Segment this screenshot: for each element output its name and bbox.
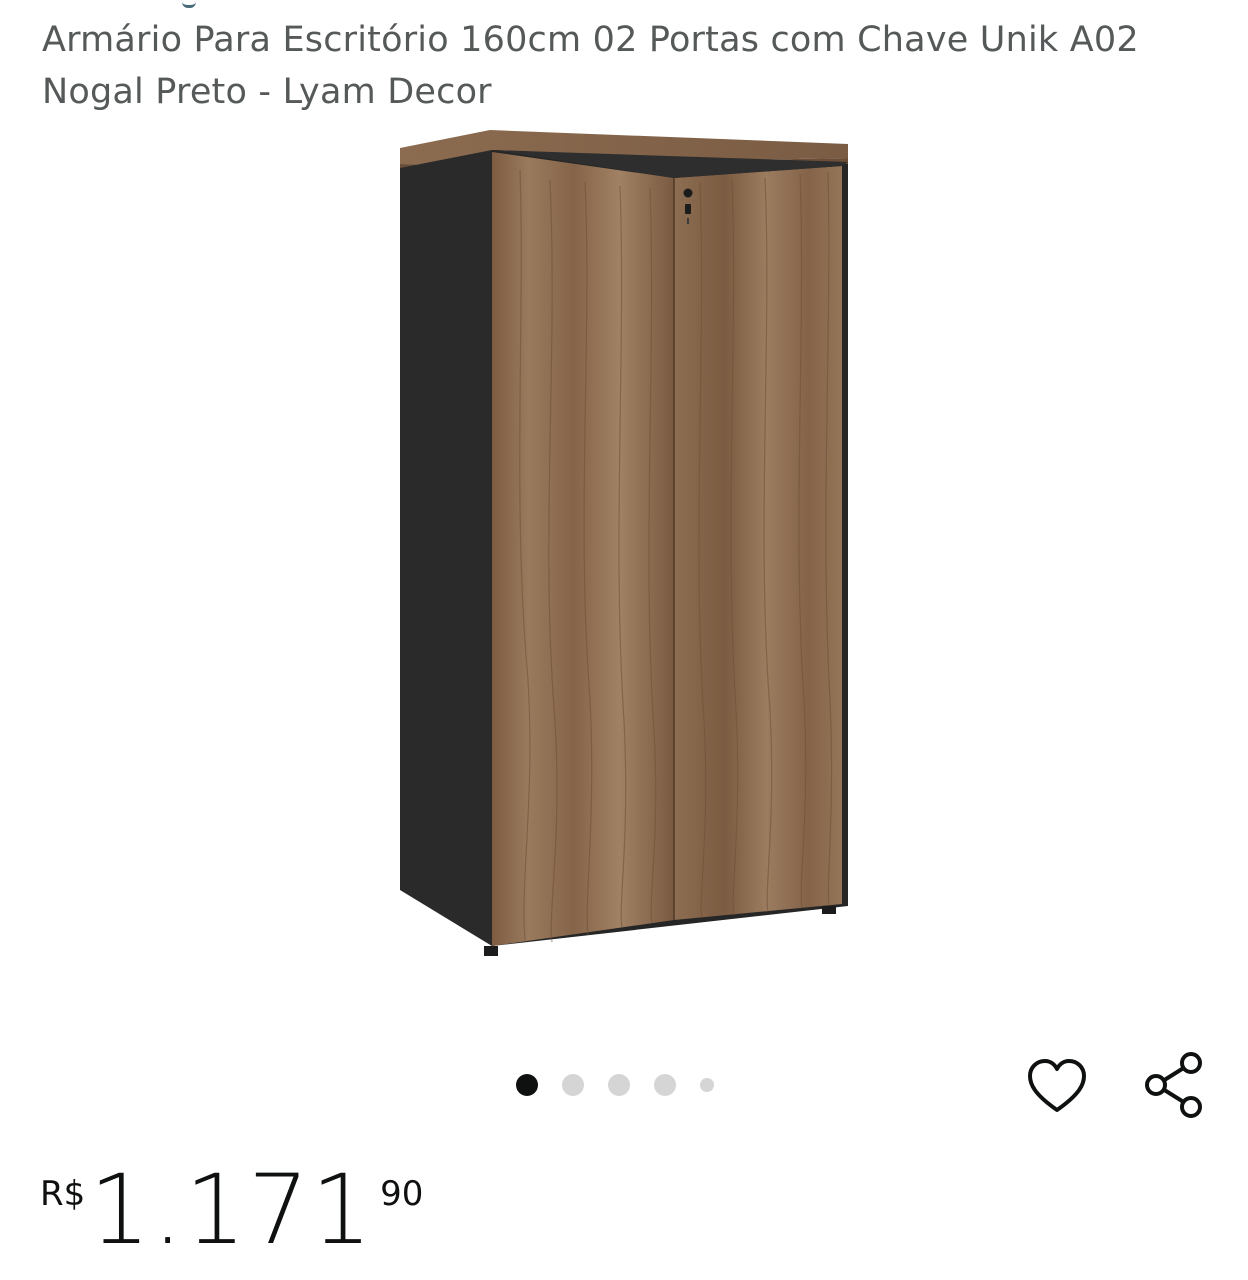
carousel-dot-2[interactable] — [562, 1074, 584, 1096]
image-carousel-indicator — [516, 1070, 738, 1100]
cabinet-illustration — [400, 130, 848, 956]
price-currency: R$ — [40, 1174, 86, 1214]
share-icon — [1145, 1052, 1202, 1118]
carousel-dot-5[interactable] — [700, 1078, 714, 1092]
carousel-dot-1[interactable] — [516, 1074, 538, 1096]
product-price: R$ 1.171 90 — [40, 1160, 423, 1270]
carousel-dot-4[interactable] — [654, 1074, 676, 1096]
product-title: Armário Para Escritório 160cm 02 Portas … — [42, 20, 1139, 112]
cropped-header-fragment — [182, 0, 196, 8]
heart-icon — [1028, 1059, 1086, 1112]
product-image[interactable] — [380, 120, 870, 980]
share-button[interactable] — [1140, 1050, 1206, 1120]
favorite-button[interactable] — [1026, 1056, 1088, 1118]
carousel-dot-3[interactable] — [608, 1074, 630, 1096]
price-whole: 1.171 — [89, 1154, 375, 1266]
price-cents: 90 — [380, 1174, 424, 1214]
